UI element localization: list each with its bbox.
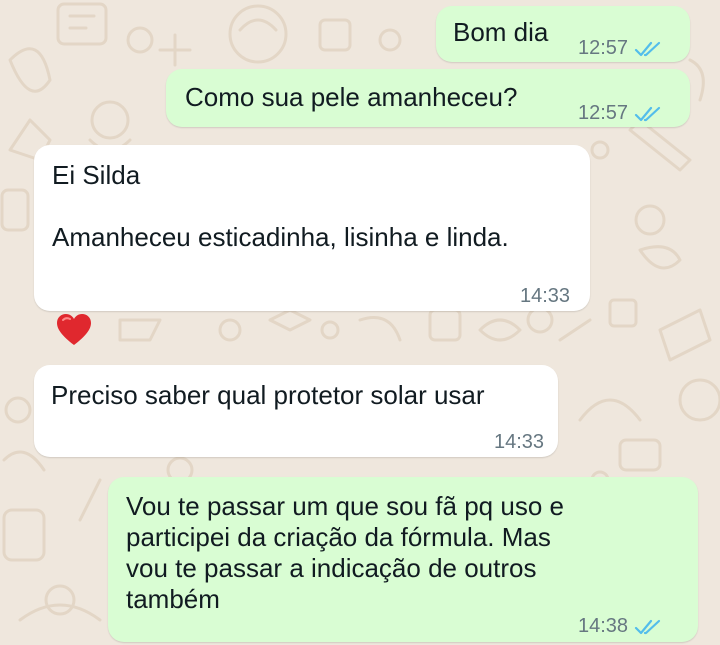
message-meta: 14:33 bbox=[520, 281, 570, 312]
message-meta: 12:57 bbox=[578, 33, 664, 64]
double-check-read-icon bbox=[634, 619, 661, 634]
message-meta: 14:38 bbox=[578, 611, 664, 642]
double-check-read-icon bbox=[634, 106, 661, 121]
outgoing-message[interactable]: Vou te passar um que sou fã pq uso e par… bbox=[108, 477, 698, 642]
message-text: Vou te passar um que sou fã pq uso e par… bbox=[126, 491, 564, 614]
message-time: 14:33 bbox=[494, 431, 545, 453]
message-text: Ei Silda Amanheceu esticadinha, lisinha … bbox=[52, 160, 509, 252]
incoming-message[interactable]: Preciso saber qual protetor solar usar 1… bbox=[34, 365, 558, 457]
chat-area[interactable]: Bom dia 12:57 Como sua pele amanheceu? 1… bbox=[0, 0, 720, 645]
message-time: 12:57 bbox=[578, 102, 629, 124]
message-meta: 12:57 bbox=[578, 98, 664, 129]
message-time: 12:57 bbox=[578, 37, 629, 59]
message-meta: 14:33 bbox=[494, 427, 544, 458]
message-time: 14:33 bbox=[520, 285, 571, 307]
double-check-read-icon bbox=[634, 41, 661, 56]
message-time: 14:38 bbox=[578, 615, 629, 637]
message-text: Como sua pele amanheceu? bbox=[185, 82, 518, 112]
message-text: Bom dia bbox=[453, 17, 549, 47]
outgoing-message[interactable]: Como sua pele amanheceu? 12:57 bbox=[166, 69, 690, 127]
message-text: Preciso saber qual protetor solar usar bbox=[51, 380, 485, 410]
incoming-message[interactable]: Ei Silda Amanheceu esticadinha, lisinha … bbox=[34, 145, 590, 311]
heart-icon[interactable] bbox=[56, 313, 92, 347]
outgoing-message[interactable]: Bom dia 12:57 bbox=[436, 6, 690, 62]
